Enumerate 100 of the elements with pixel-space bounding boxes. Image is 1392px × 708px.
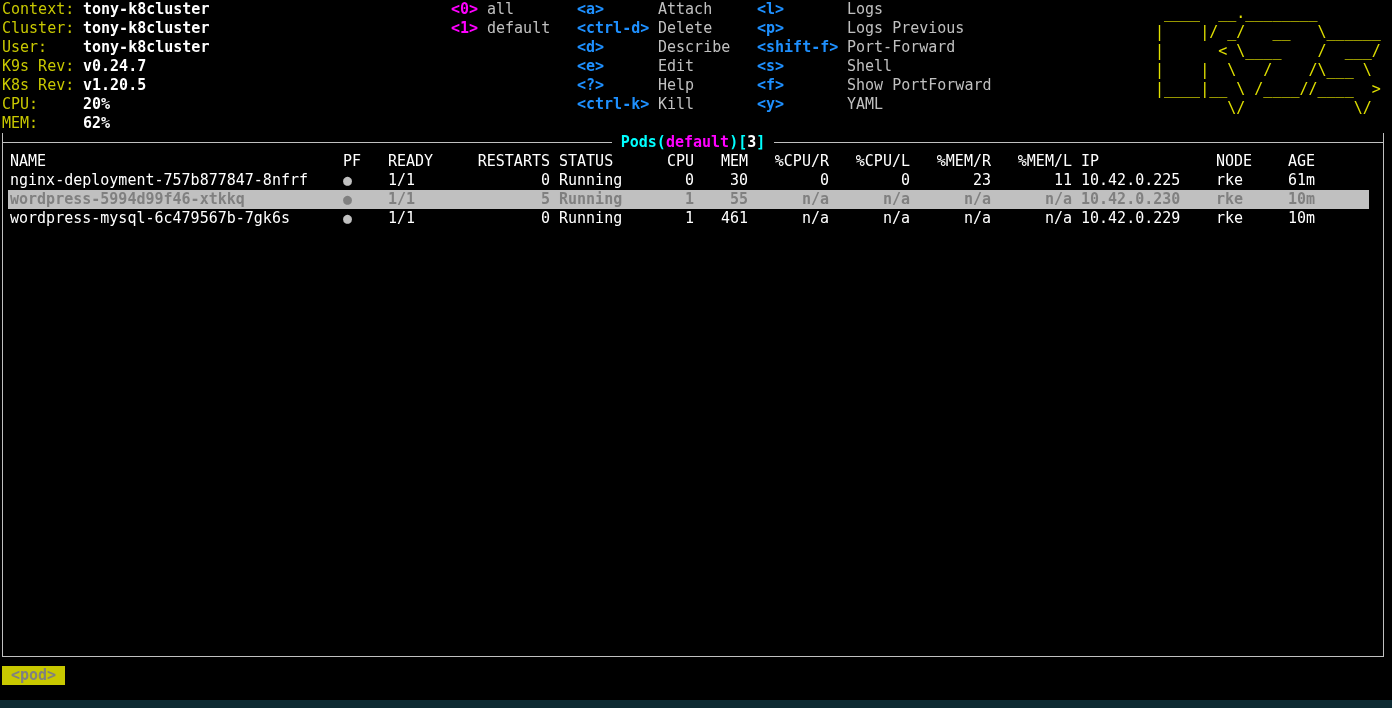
status-dot-icon: ● (343, 171, 388, 190)
shortcut-key: <e> (577, 57, 658, 76)
info-value: tony-k8cluster (83, 19, 210, 38)
shortcut-key: <d> (577, 38, 658, 57)
command-label: Shell (847, 57, 893, 76)
status-dot-icon: ● (343, 190, 388, 209)
table-cell-text: n/a (800, 190, 829, 209)
table-cell-text: Running (558, 209, 624, 228)
command-label: Edit (658, 57, 695, 76)
command-label: Port-Forward (847, 38, 956, 57)
column-header[interactable]: AGE (1288, 152, 1360, 171)
table-title: Pods(default)[3] (619, 133, 767, 152)
shortcut-key: <p> (757, 19, 847, 38)
command-label: Kill (658, 95, 695, 114)
column-header[interactable]: NAME (10, 152, 343, 171)
table-cell-text: 10.42.0.230 (1080, 190, 1182, 209)
table-cell-text: 23 (971, 171, 991, 190)
info-label: K8s Rev: (2, 76, 76, 95)
table-cell-text: n/a (881, 209, 910, 228)
table-cell-text: 10.42.0.225 (1080, 171, 1182, 190)
table-cell-text: 55 (728, 190, 748, 209)
table-cell-text: nginx-deployment-757b877847-8nfrf (10, 171, 309, 190)
table-cell-text: Running (558, 171, 624, 190)
table-row[interactable]: nginx-deployment-757b877847-8nfrf ● 1/1 0 Running 0 30 0 0 23 11 10.42.0.225 rke 61m (8, 171, 1369, 190)
column-header[interactable]: IP (1072, 152, 1216, 171)
column-header[interactable]: %CPU/R (748, 152, 829, 171)
table-cell-text: 30 (728, 171, 748, 190)
column-header[interactable]: MEM (694, 152, 748, 171)
column-header[interactable]: PF (343, 152, 388, 171)
table-cell-text: 1 (683, 209, 694, 228)
table-cell-text: 0 (539, 171, 550, 190)
info-value: v0.24.7 (83, 57, 147, 76)
info-label: Cluster: (2, 19, 76, 38)
command-label: Attach (658, 0, 713, 19)
table-cell-text: 1/1 (388, 190, 417, 209)
column-header[interactable]: %MEM/R (910, 152, 991, 171)
table-cell-text: 461 (719, 209, 748, 228)
info-value: tony-k8cluster (83, 0, 210, 19)
logo-ascii-art: ____ __.________ | |/ _/ __ \______ | < \____ / ___/ | | \ / /\___ \ |____|__ \ /____//____ > \/ \/ (1155, 3, 1381, 118)
info-label: User: (2, 38, 49, 57)
table-row[interactable]: wordpress-mysql-6c479567b-7gk6s ● 1/1 0 Running 1 461 n/a n/a n/a n/a 10.42.0.229 rke 10m (8, 209, 1369, 228)
table-cell-text: 10.42.0.229 (1080, 209, 1182, 228)
table-cell-text: n/a (962, 190, 991, 209)
shortcut-key: <?> (577, 76, 658, 95)
table-cell-text: wordpress-5994d99f46-xtkkq (10, 190, 246, 209)
command-label: Logs Previous (847, 19, 965, 38)
table-cell-text: 1/1 (388, 171, 417, 190)
shortcut-key: <0> (451, 0, 487, 19)
column-header[interactable]: STATUS (550, 152, 658, 171)
shortcut-key: <ctrl-d> (577, 19, 658, 38)
table-cell-text: 10m (1288, 190, 1317, 209)
shortcut-key: <a> (577, 0, 658, 19)
namespace-label: default (487, 19, 551, 38)
info-label: MEM: (2, 114, 40, 133)
table-cell-text: 10m (1288, 209, 1317, 228)
table-cell-text: n/a (800, 209, 829, 228)
table-cell-text: n/a (962, 209, 991, 228)
info-value: 20% (83, 95, 111, 114)
table-cell-text: n/a (881, 190, 910, 209)
shortcut-key: <y> (757, 95, 847, 114)
table-cell-text: 11 (1052, 171, 1072, 190)
table-cell-text: 0 (899, 171, 910, 190)
table-cell-text: wordpress-mysql-6c479567b-7gk6s (10, 209, 291, 228)
table-cell-text: 0 (539, 209, 550, 228)
table-cell-text: rke (1216, 209, 1245, 228)
command-label: Logs (847, 0, 884, 19)
table-cell-text: rke (1216, 171, 1245, 190)
info-label: K9s Rev: (2, 57, 76, 76)
table-cell-text: 1 (683, 190, 694, 209)
info-label: CPU: (2, 95, 40, 114)
table-cell-text: 1/1 (388, 209, 417, 228)
info-value: v1.20.5 (83, 76, 147, 95)
command-label: Show PortForward (847, 76, 992, 95)
column-header[interactable]: RESTARTS (468, 152, 550, 171)
command-label: Help (658, 76, 695, 95)
info-value: tony-k8cluster (83, 38, 210, 57)
shortcut-key: <f> (757, 76, 847, 95)
column-header[interactable]: CPU (658, 152, 694, 171)
command-label: Describe (658, 38, 731, 57)
command-label: YAML (847, 95, 884, 114)
shortcut-key: <s> (757, 57, 847, 76)
column-header[interactable]: NODE (1216, 152, 1288, 171)
table-cell-text: rke (1216, 190, 1245, 209)
column-header[interactable]: %CPU/L (829, 152, 910, 171)
table-cell-text: n/a (1043, 190, 1072, 209)
table-cell-text: 0 (818, 171, 829, 190)
status-dot-icon: ● (343, 209, 388, 228)
table-cell-text: 0 (683, 171, 694, 190)
shortcut-key: <ctrl-k> (577, 95, 658, 114)
table-cell-text: Running (558, 190, 624, 209)
namespace-label: all (487, 0, 515, 19)
column-header[interactable]: %MEM/L (991, 152, 1072, 171)
shortcut-key: <l> (757, 0, 847, 19)
table-cell-text: 5 (539, 190, 550, 209)
table-cell-text: n/a (1043, 209, 1072, 228)
column-header[interactable]: READY (388, 152, 468, 171)
shortcut-key: <shift-f> (757, 38, 847, 57)
info-label: Context: (2, 0, 76, 19)
command-label: Delete (658, 19, 713, 38)
info-value: 62% (83, 114, 111, 133)
